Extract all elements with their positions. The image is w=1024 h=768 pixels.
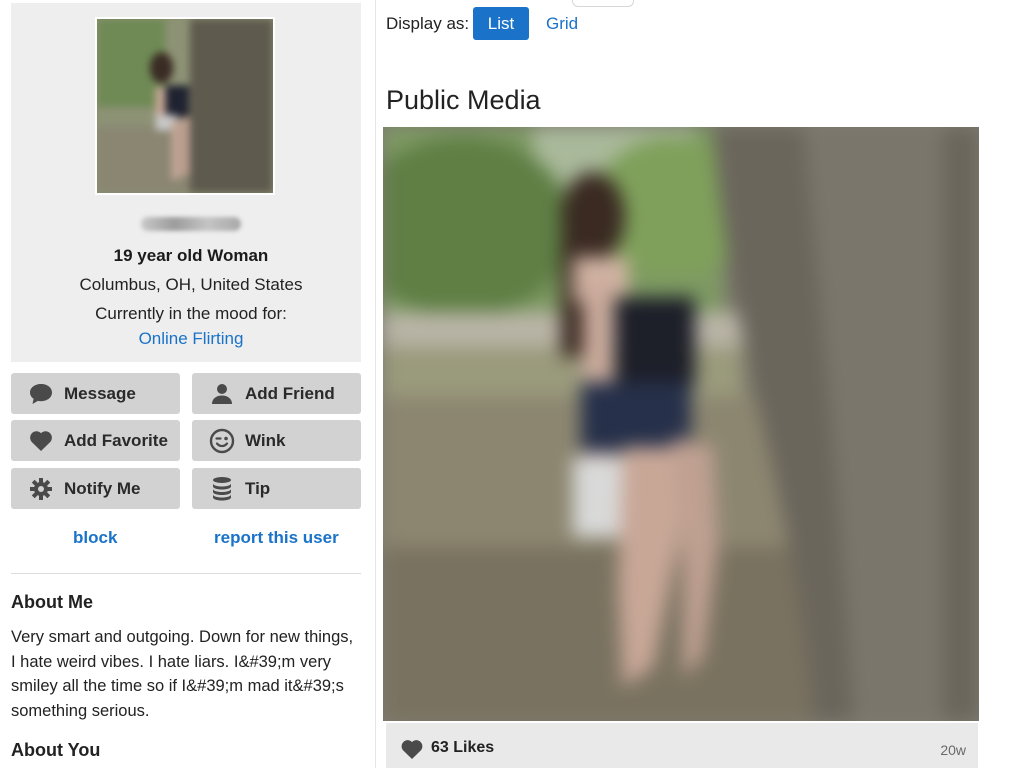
likes-count: 63 Likes <box>431 739 495 756</box>
display-list-toggle[interactable]: List <box>473 7 529 40</box>
tip-label: Tip <box>245 478 271 498</box>
add-favorite-button[interactable]: Add Favorite <box>11 420 180 461</box>
add-friend-label: Add Friend <box>245 383 335 403</box>
wink-face-icon <box>208 428 236 454</box>
add-friend-button[interactable]: Add Friend <box>192 373 361 414</box>
coin-stack-icon <box>208 476 236 502</box>
about-you-heading: About You <box>11 740 101 760</box>
heart-icon <box>27 428 55 454</box>
profile-avatar[interactable] <box>95 17 275 195</box>
notify-me-label: Notify Me <box>64 478 141 498</box>
block-link[interactable]: block <box>73 528 117 548</box>
about-me-heading: About Me <box>11 592 93 612</box>
media-footer: 63 Likes 20w <box>386 723 978 768</box>
display-as-label: Display as: <box>386 14 470 33</box>
message-label: Message <box>64 383 136 403</box>
mood-value-link[interactable]: Online Flirting <box>11 329 371 349</box>
person-icon <box>208 381 236 407</box>
display-grid-toggle[interactable]: Grid <box>546 14 578 34</box>
post-age: 20w <box>940 742 966 758</box>
wink-label: Wink <box>245 430 286 450</box>
media-photo[interactable] <box>383 127 979 721</box>
report-user-link[interactable]: report this user <box>214 528 339 548</box>
speech-bubble-icon <box>27 381 55 407</box>
username-obscured <box>141 217 241 231</box>
notify-me-button[interactable]: Notify Me <box>11 468 180 509</box>
section-divider <box>11 573 361 574</box>
profile-location: Columbus, OH, United States <box>79 275 303 294</box>
wink-button[interactable]: Wink <box>192 420 361 461</box>
mood-label: Currently in the mood for: <box>95 304 287 323</box>
add-favorite-label: Add Favorite <box>64 430 168 450</box>
top-control-fragment[interactable] <box>572 0 634 7</box>
heart-icon[interactable] <box>400 739 424 765</box>
message-button[interactable]: Message <box>11 373 180 414</box>
about-me-text: Very smart and outgoing. Down for new th… <box>11 628 354 720</box>
public-media-heading: Public Media <box>386 85 541 115</box>
column-separator <box>375 0 376 768</box>
profile-age-gender: 19 year old Woman <box>113 246 269 265</box>
tip-button[interactable]: Tip <box>192 468 361 509</box>
gear-icon <box>27 476 55 502</box>
